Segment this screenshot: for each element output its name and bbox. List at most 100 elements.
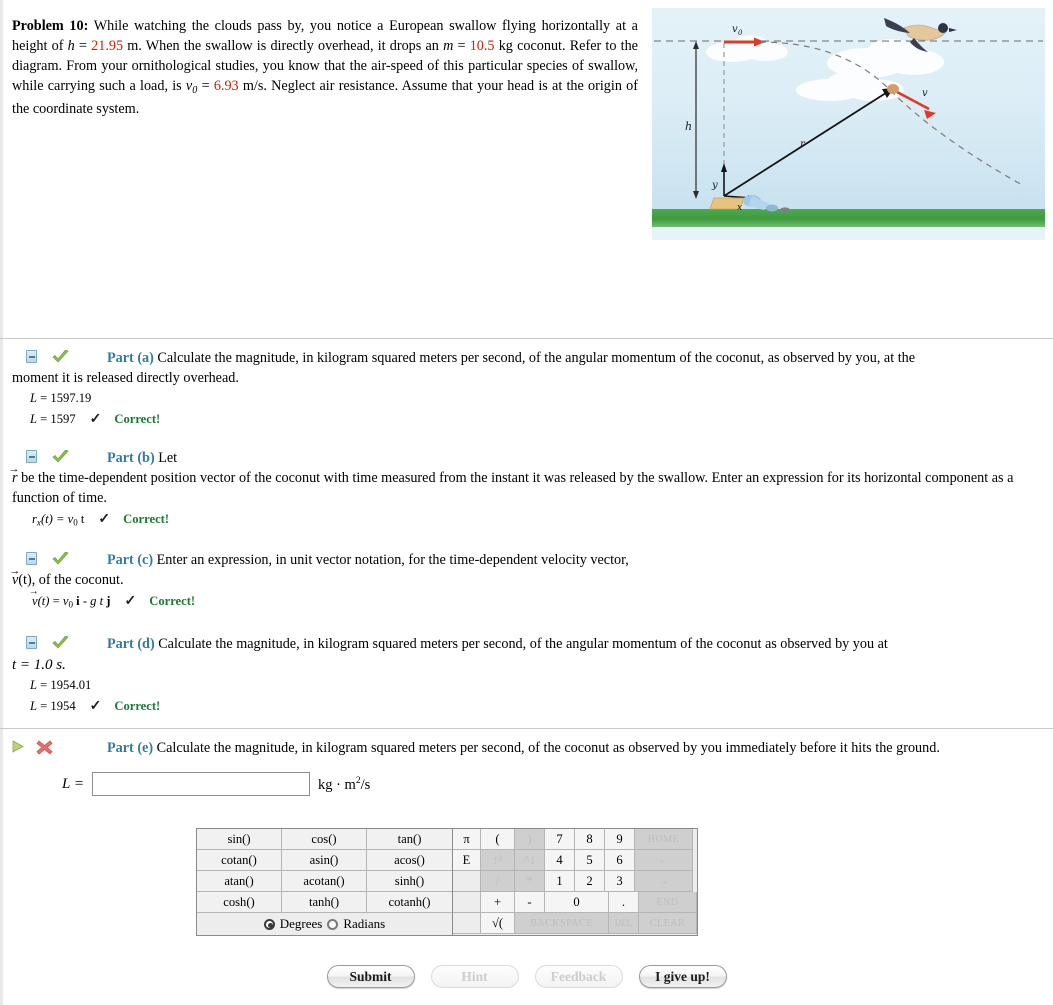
- keypad-key[interactable]: 8: [575, 829, 605, 850]
- keypad-key: END: [639, 892, 697, 913]
- part-b-header: Part (b) Let r → be the time-dependent po…: [0, 446, 1053, 509]
- keypad-key[interactable]: 3: [605, 871, 635, 892]
- keypad-key[interactable]: π: [453, 829, 481, 850]
- keypad-key[interactable]: 4: [545, 850, 575, 871]
- part-c: Part (c) Enter an expression, in unit ve…: [0, 548, 1053, 613]
- fn-key[interactable]: asin(): [282, 850, 367, 871]
- vector-arrow-icon: →: [9, 564, 21, 577]
- part-d-answer-1: L = 1954.01: [0, 676, 1053, 696]
- keypad-key: CLEAR: [639, 913, 697, 934]
- fn-key[interactable]: acos(): [367, 850, 452, 871]
- fn-key[interactable]: cosh(): [197, 892, 282, 913]
- divider-top: [0, 338, 1053, 339]
- part-a-answer-1: L = 1597.19: [0, 389, 1053, 409]
- function-row: atan() acotan() sinh(): [197, 871, 452, 892]
- collapse-icon[interactable]: [26, 350, 37, 363]
- keypad-key[interactable]: .: [609, 892, 639, 913]
- keypad-key[interactable]: (: [481, 829, 515, 850]
- keypad-key[interactable]: 9: [605, 829, 635, 850]
- part-c-title: Part (c): [107, 552, 154, 568]
- part-b-text-cont: r → be the time-dependent position vector…: [0, 463, 1045, 509]
- diagram-svg: v 0 h y x r v: [654, 18, 1043, 213]
- part-a-value-2: 1597: [50, 411, 76, 426]
- part-e-title: Part (e): [107, 740, 154, 756]
- answer-input[interactable]: [91, 772, 310, 796]
- observer-figure: [709, 195, 790, 213]
- collapse-icon[interactable]: [26, 552, 37, 565]
- keypad-key[interactable]: 6: [605, 850, 635, 871]
- label-y: y: [711, 180, 718, 191]
- fn-key[interactable]: tanh(): [282, 892, 367, 913]
- fn-key[interactable]: cotanh(): [367, 892, 452, 913]
- part-c-header: Part (c) Enter an expression, in unit ve…: [0, 548, 1053, 591]
- keypad-row: π() 7 8 9 HOME: [453, 829, 697, 850]
- keypad-key[interactable]: 7: [545, 829, 575, 850]
- i-give-up-button[interactable]: I give up!: [638, 965, 727, 988]
- check-icon: [52, 635, 69, 651]
- degrees-radio[interactable]: [263, 918, 275, 930]
- radians-radio[interactable]: [327, 918, 339, 930]
- part-c-text-cont: v → (t), of the coconut.: [0, 565, 1045, 591]
- expand-icon[interactable]: [12, 740, 24, 753]
- part-e-icons: [12, 740, 68, 756]
- part-b-title: Part (b): [107, 450, 155, 466]
- fn-key[interactable]: sin(): [197, 829, 282, 850]
- keypad-key[interactable]: E: [453, 850, 481, 871]
- unit-suffix: /s: [360, 776, 371, 793]
- edge-problem: [0, 0, 3, 338]
- part-c-expr-v0-sub: 0: [68, 599, 74, 610]
- keypad-key[interactable]: 5: [575, 850, 605, 871]
- part-b-text: Let: [158, 450, 178, 466]
- fn-key[interactable]: sinh(): [367, 871, 452, 892]
- answer-label: L =: [62, 775, 84, 792]
- part-d: Part (d) Calculate the magnitude, in kil…: [0, 632, 1053, 718]
- keypad-key[interactable]: 0: [545, 892, 609, 913]
- edge-part-e: [0, 729, 3, 1005]
- part-b-expr-tail: t: [77, 511, 85, 526]
- keypad-key[interactable]: √(: [481, 913, 515, 934]
- keypad-key: ^↓: [515, 850, 545, 871]
- check-icon: [52, 551, 69, 567]
- value-v0: 6.93: [213, 78, 239, 95]
- part-d-eq-2: =: [37, 698, 51, 713]
- part-a-lhs-2: L: [30, 411, 38, 426]
- fn-key[interactable]: acotan(): [282, 871, 367, 892]
- submit-button[interactable]: Submit: [326, 965, 415, 988]
- h-arrow-top: [693, 41, 699, 49]
- fn-key[interactable]: tan(): [367, 829, 452, 850]
- part-d-answer-2: L = 1954 ✓ Correct!: [0, 696, 1053, 718]
- keypad-key[interactable]: 2: [575, 871, 605, 892]
- part-a-body: Part (a) Calculate the magnitude, in kil…: [0, 350, 915, 366]
- incorrect-icon: [36, 740, 53, 755]
- divider-part-e: [0, 728, 1053, 729]
- vector-arrow-icon: →: [8, 462, 20, 475]
- part-e-header: Part (e) Calculate the magnitude, in kil…: [0, 736, 1053, 759]
- angle-mode-row: Degrees Radians: [197, 913, 452, 935]
- h-arrow-bottom: [693, 191, 699, 199]
- collapse-icon[interactable]: [26, 450, 37, 463]
- part-a-text-cont: moment it is released directly overhead.: [12, 369, 239, 386]
- part-b-expr-rest: (t) = v: [40, 511, 74, 526]
- fn-key[interactable]: atan(): [197, 871, 282, 892]
- radians-label: Radians: [343, 916, 386, 931]
- keypad-key[interactable]: -: [515, 892, 545, 913]
- check-icon: [52, 349, 69, 365]
- answer-check-icon: ✓: [98, 511, 111, 527]
- fn-key[interactable]: cotan(): [197, 850, 282, 871]
- part-a-text: Calculate the magnitude, in kilogram squ…: [157, 350, 916, 366]
- eq-3: =: [197, 78, 214, 95]
- eq-1: =: [74, 38, 92, 55]
- part-c-body: Part (c) Enter an expression, in unit ve…: [0, 552, 629, 568]
- part-c-expr-t: (t): [37, 593, 50, 608]
- collapse-icon[interactable]: [26, 636, 37, 649]
- keypad-key[interactable]: 1: [545, 871, 575, 892]
- problem-page: Problem 10: While watching the clouds pa…: [0, 0, 1053, 1005]
- keypad-key[interactable]: +: [481, 892, 515, 913]
- coconut-icon: [887, 84, 899, 94]
- keypad-key: [453, 913, 481, 934]
- part-c-unit-j: j: [106, 593, 111, 608]
- part-d-text: Calculate the magnitude, in kilogram squ…: [158, 636, 888, 652]
- fn-key[interactable]: cos(): [282, 829, 367, 850]
- answer-row: L = kg · m2/s: [0, 772, 370, 796]
- part-a-value-1: 1597.19: [50, 390, 92, 405]
